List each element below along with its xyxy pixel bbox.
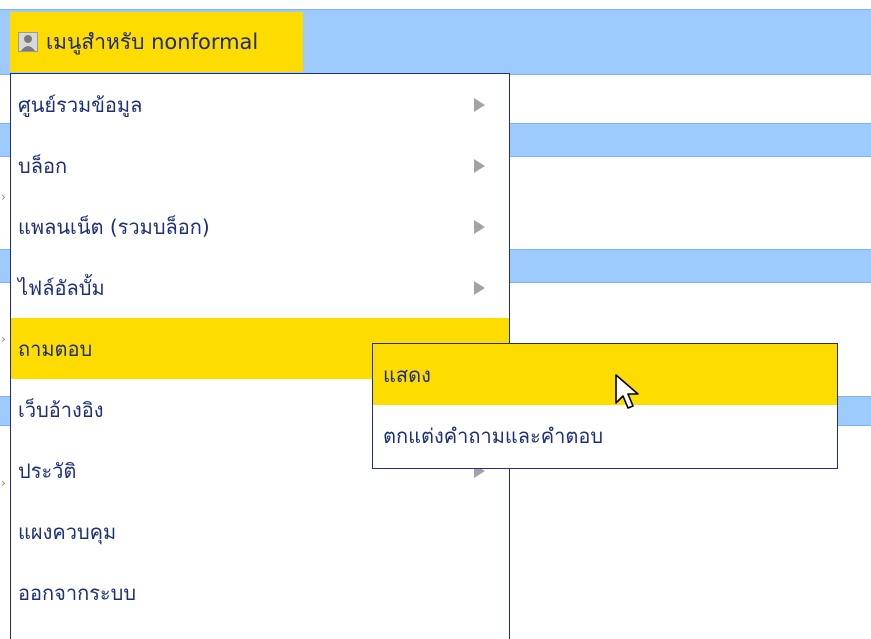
menu-item-blog[interactable]: บล็อก — [11, 135, 509, 196]
menu-item-label: ไฟล์อัลบั้ม — [18, 275, 105, 300]
menu-item-label: ประวัติ — [18, 458, 77, 483]
page-bullet-icon: › — [1, 332, 6, 346]
user-menu-button[interactable]: เมนูสำหรับ nonformal — [10, 12, 303, 72]
submenu-item-label: ตกแต่งคำถามและคำตอบ — [383, 423, 604, 448]
menu-item-label: ศูนย์รวมข้อมูล — [18, 92, 143, 117]
page-bullet-icon: › — [1, 190, 6, 204]
qa-submenu: แสดง ตกแต่งคำถามและคำตอบ — [372, 343, 838, 469]
menu-item-logout[interactable]: ออกจากระบบ — [11, 562, 509, 623]
menu-item-control-panel[interactable]: แผงควบคุม — [11, 501, 509, 562]
menu-item-label: ถามตอบ — [18, 336, 93, 361]
screen: › › › เมนูสำหรับ nonformal ศูนย์รวมข้อมู… — [0, 0, 871, 639]
submenu-item-show[interactable]: แสดง — [373, 344, 837, 405]
menu-item-label: เว็บอ้างอิง — [18, 397, 104, 422]
mouse-cursor-icon — [615, 374, 641, 414]
submenu-item-label: แสดง — [383, 362, 431, 387]
user-icon — [18, 32, 38, 52]
submenu-arrow-icon — [474, 280, 485, 295]
user-menu-title: เมนูสำหรับ nonformal — [46, 29, 259, 54]
menu-item-label: แพลนเน็ต (รวมบล็อก) — [18, 214, 210, 239]
submenu-item-customize-qa[interactable]: ตกแต่งคำถามและคำตอบ — [373, 405, 837, 466]
menu-item-label: แผงควบคุม — [18, 519, 117, 544]
menu-item-file-album[interactable]: ไฟล์อัลบั้ม — [11, 257, 509, 318]
submenu-arrow-icon — [474, 158, 485, 173]
menu-item-label: บล็อก — [18, 153, 68, 178]
page-bullet-icon: › — [1, 476, 6, 490]
submenu-arrow-icon — [474, 97, 485, 112]
menu-item-label: ออกจากระบบ — [18, 580, 137, 605]
menu-item-planet[interactable]: แพลนเน็ต (รวมบล็อก) — [11, 196, 509, 257]
submenu-arrow-icon — [474, 219, 485, 234]
menu-item-info-center[interactable]: ศูนย์รวมข้อมูล — [11, 74, 509, 135]
